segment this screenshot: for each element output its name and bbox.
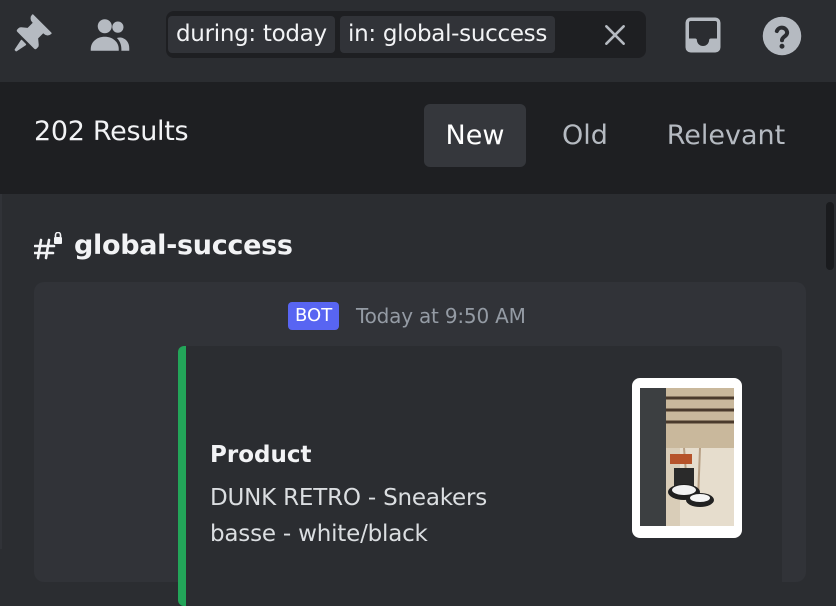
message-embed: Product DUNK RETRO - Sneakers basse - wh… — [178, 346, 782, 606]
scrollbar-thumb[interactable] — [826, 202, 834, 270]
results-header: 202 Results New Old Relevant — [0, 82, 836, 194]
search-results-panel: 202 Results New Old Relevant global-succ… — [0, 82, 836, 606]
members-icon[interactable] — [88, 14, 132, 56]
embed-field-value: DUNK RETRO - Sneakers basse - white/blac… — [210, 485, 488, 547]
toolbar: during: today in: global-success — [0, 0, 836, 82]
help-icon[interactable] — [760, 14, 804, 58]
clear-search-icon[interactable] — [602, 22, 628, 48]
tab-sort-relevant[interactable]: Relevant — [650, 104, 802, 167]
tab-sort-new[interactable]: New — [424, 104, 526, 167]
embed-thumbnail[interactable] — [632, 378, 742, 538]
tab-sort-old[interactable]: Old — [540, 104, 630, 167]
product-image — [640, 388, 734, 526]
inbox-icon[interactable] — [682, 14, 724, 56]
results-list[interactable]: global-success BOT Today at 9:50 AM Prod… — [2, 194, 836, 606]
message-timestamp[interactable]: Today at 9:50 AM — [356, 304, 526, 328]
results-count: 202 Results — [34, 116, 189, 147]
pin-icon[interactable] — [10, 14, 52, 56]
search-result-message[interactable]: BOT Today at 9:50 AM Product DUNK RETRO … — [34, 282, 806, 606]
embed-field-name: Product — [210, 442, 312, 468]
search-filter-in[interactable]: in: global-success — [340, 16, 556, 53]
search-filter-during[interactable]: during: today — [168, 16, 335, 53]
text-channel-locked-icon — [32, 231, 64, 260]
channel-name[interactable]: global-success — [74, 230, 293, 261]
bot-badge: BOT — [288, 302, 340, 330]
search-box[interactable]: during: today in: global-success — [166, 11, 646, 58]
